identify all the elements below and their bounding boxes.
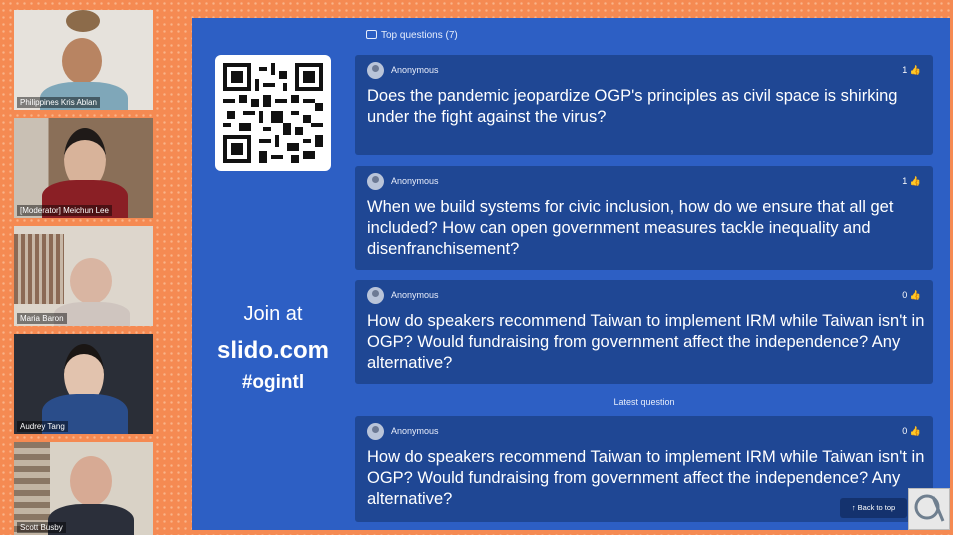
wall-seal [66,10,100,32]
avatar-icon [367,287,384,304]
question-text: How do speakers recommend Taiwan to impl… [367,312,925,372]
question-text: Does the pandemic jeopardize OGP's princ… [367,87,898,126]
question-author: Anonymous [391,426,439,436]
like-count: 1 [902,176,908,186]
question-author: Anonymous [391,176,439,186]
like-button[interactable]: 1 👍 [902,65,921,76]
arrow-up-icon: ↑ [851,503,856,512]
video-tile-5[interactable]: Scott Busby [14,442,153,535]
participant-name: Philippines Kris Ablan [17,97,100,108]
video-tile-1[interactable]: Philippines Kris Ablan [14,10,153,110]
thumbs-up-icon: 👍 [909,290,921,300]
like-count: 0 [902,426,908,436]
question-author: Anonymous [391,65,439,75]
question-card[interactable]: Anonymous 0 👍 How do speakers recommend … [355,280,933,384]
video-tile-3[interactable]: Maria Baron [14,226,153,326]
top-questions-label: Top questions (7) [381,30,458,41]
participant-head [62,38,102,84]
event-hashtag: #ogintl [241,372,305,393]
logo-icon [914,494,945,522]
top-questions-header[interactable]: Top questions (7) [366,30,458,41]
participant-head [70,456,112,506]
video-tile-4[interactable]: Audrey Tang [14,334,153,434]
bookshelf [14,234,64,304]
thumbs-up-icon: 👍 [909,176,921,186]
join-at-label: Join at [243,303,303,325]
question-text: When we build systems for civic inclusio… [367,198,894,258]
participant-head [70,258,112,304]
avatar-icon [367,62,384,79]
back-to-top-label: Back to top [857,503,896,512]
like-button[interactable]: 1 👍 [902,176,921,187]
thumbs-up-icon: 👍 [909,426,921,436]
like-count: 1 [902,65,908,75]
question-card[interactable]: Anonymous 1 👍 When we build systems for … [355,166,933,270]
qr-code [215,55,331,171]
back-to-top-button[interactable]: ↑ Back to top [840,498,907,518]
avatar-icon [367,173,384,190]
like-button[interactable]: 0 👍 [902,426,921,437]
like-count: 0 [902,290,908,300]
like-button[interactable]: 0 👍 [902,290,921,301]
participant-name: Scott Busby [17,522,66,533]
organization-logo [908,488,950,530]
question-author: Anonymous [391,290,439,300]
avatar-icon [367,423,384,440]
chat-icon [366,30,377,39]
latest-question-label: Latest question [613,397,675,407]
participant-name: [Moderator] Meichun Lee [17,205,112,216]
question-card[interactable]: Anonymous 1 👍 Does the pandemic jeopardi… [355,55,933,155]
thumbs-up-icon: 👍 [909,65,921,75]
join-url[interactable]: slido.com [208,337,338,365]
video-tile-2[interactable]: [Moderator] Meichun Lee [14,118,153,218]
participant-name: Maria Baron [17,313,67,324]
qr-code-icon [223,63,323,163]
participant-name: Audrey Tang [17,421,68,432]
